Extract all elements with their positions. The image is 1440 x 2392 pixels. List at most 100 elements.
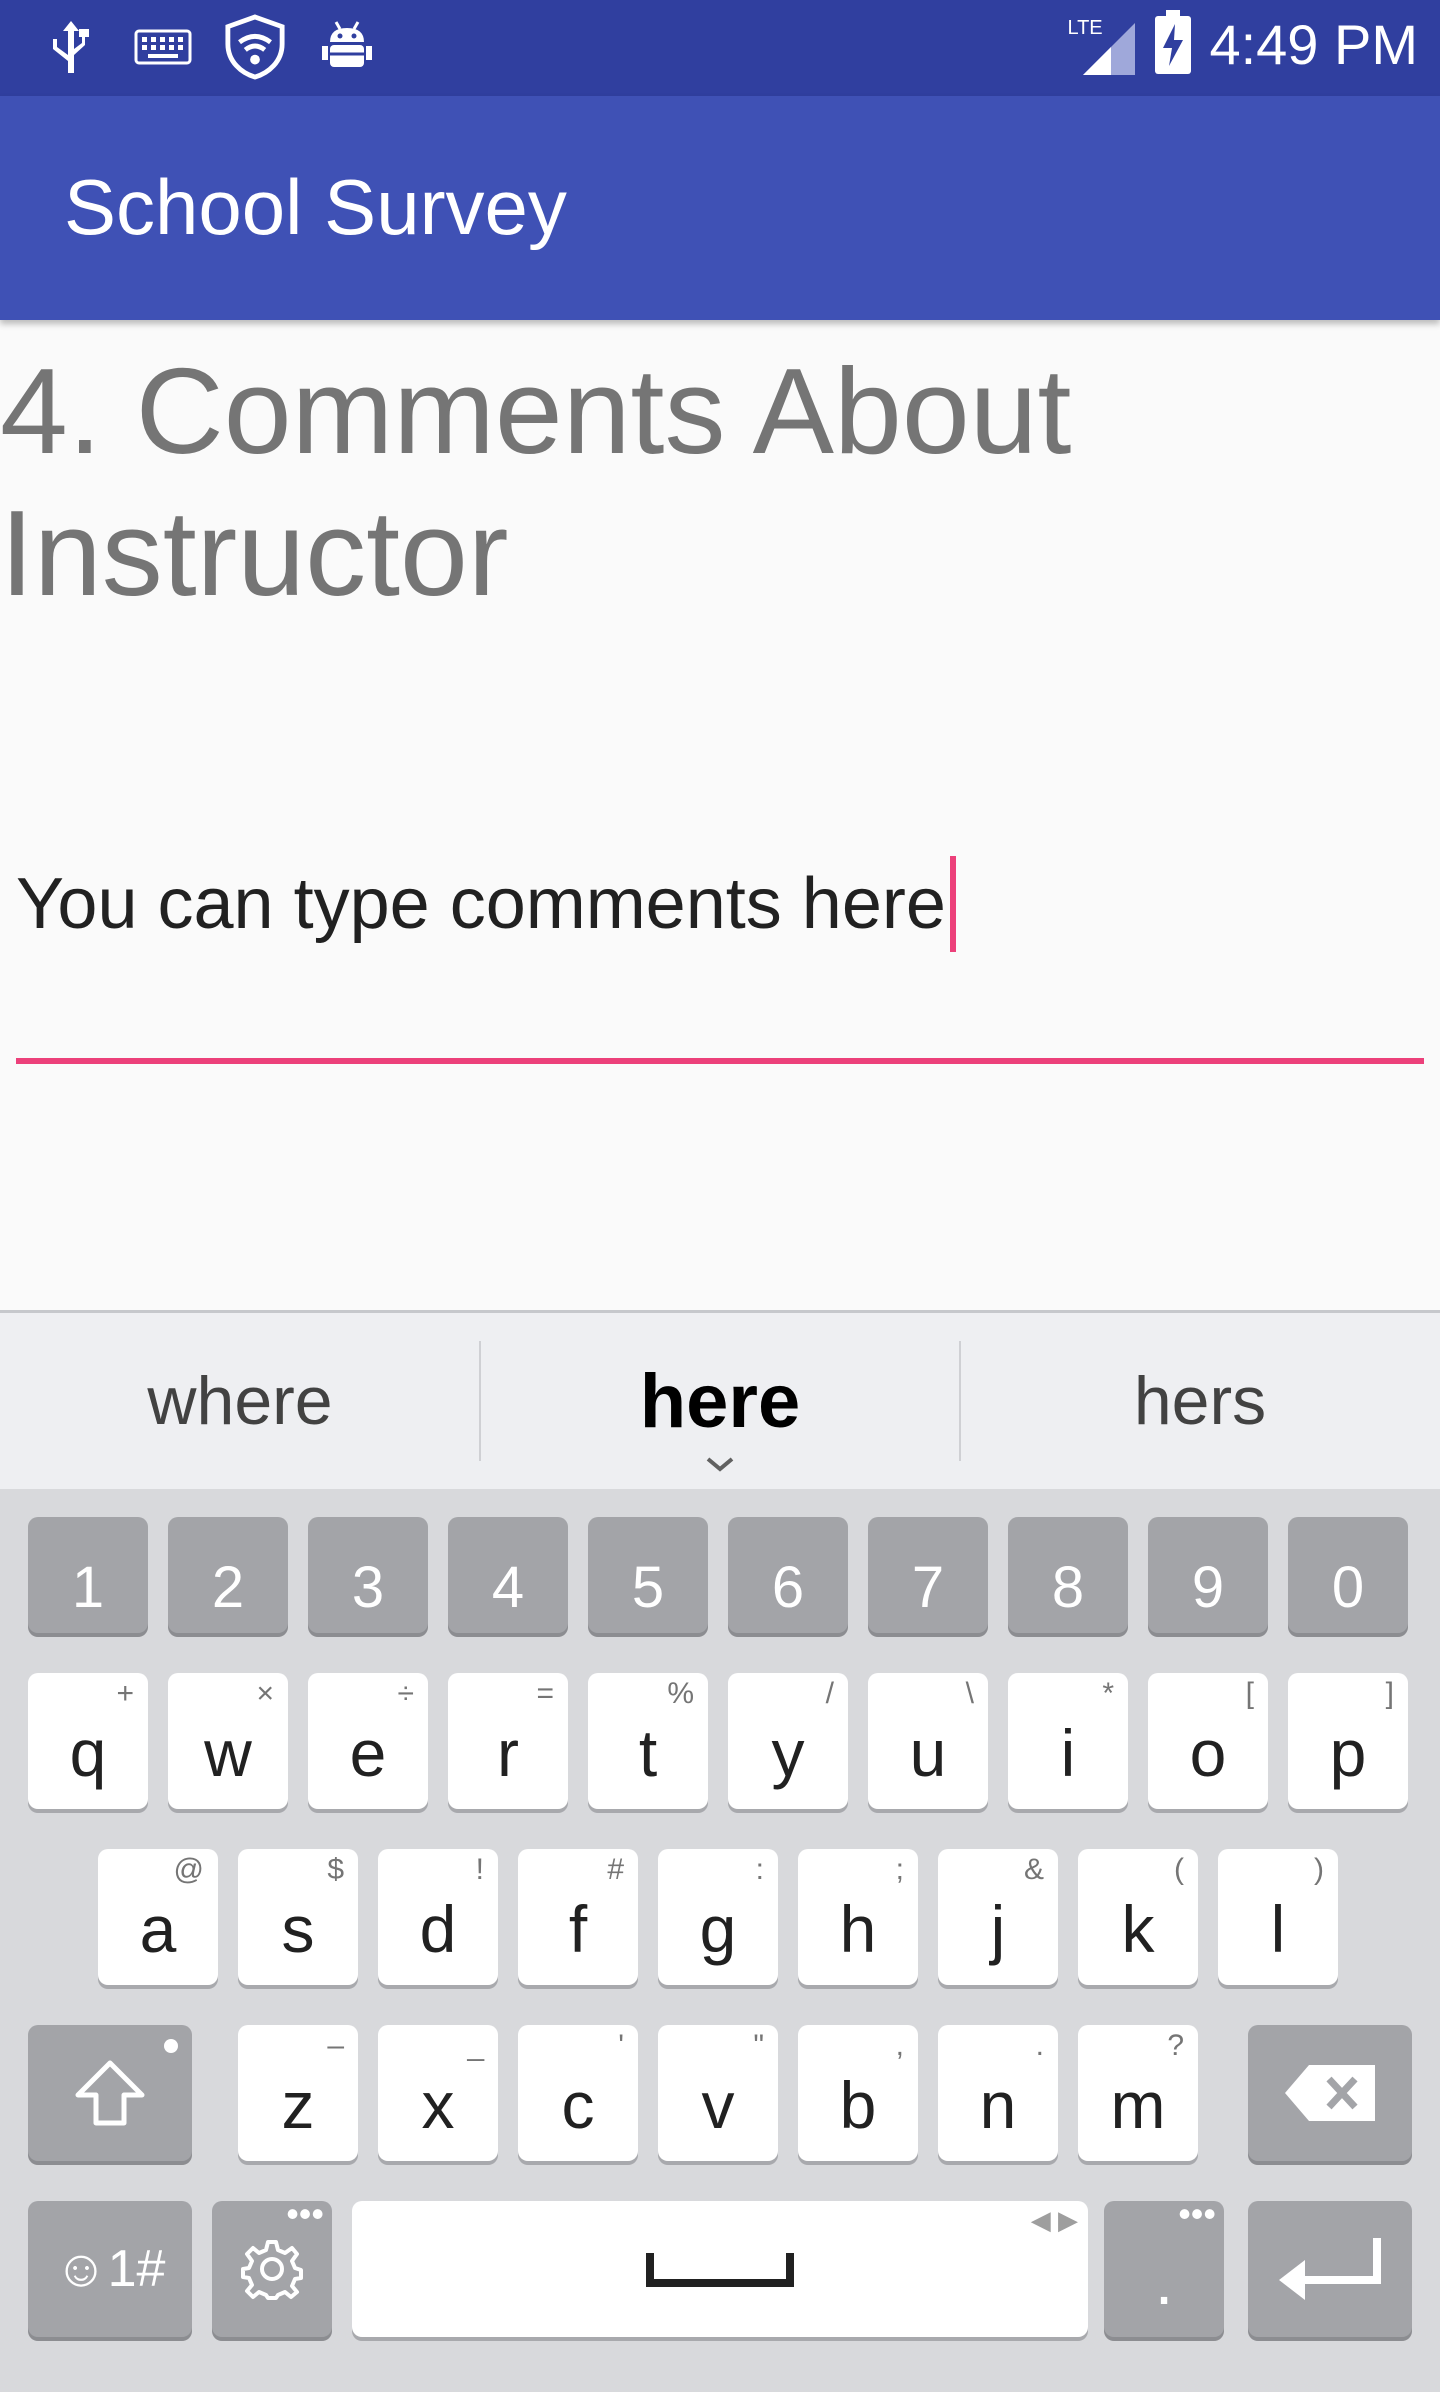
key-label: u [909,1716,947,1790]
key-3[interactable]: 3 [308,1517,428,1633]
key-8[interactable]: 8 [1008,1517,1128,1633]
suggestion-strip: where here hers [0,1313,1440,1489]
key-1[interactable]: 1 [28,1517,148,1633]
key-label: y [771,1716,805,1790]
status-time: 4:49 PM [1209,12,1418,76]
key-q[interactable]: + q [28,1673,148,1809]
key-hint: ( [1174,1853,1184,1886]
wifi-shield-icon [224,14,286,80]
key-hint: % [667,1677,694,1710]
key-hint: " [753,2029,764,2062]
key-p[interactable]: ] p [1288,1673,1408,1809]
usb-icon [40,16,102,78]
suggestion-hers[interactable]: hers [960,1313,1440,1489]
key-label: e [349,1716,387,1790]
key-hint: ? [1167,2029,1184,2062]
key-d[interactable]: ! d [378,1849,498,1985]
key-b[interactable]: ,b [798,2025,918,2161]
key-label: a [139,1892,177,1966]
key-6[interactable]: 6 [728,1517,848,1633]
key-i[interactable]: * i [1008,1673,1128,1809]
key-c[interactable]: ' c [518,2025,638,2161]
key-label: 4 [491,1554,525,1620]
key-label: i [1060,1716,1076,1790]
key-x[interactable]: _ x [378,2025,498,2161]
key-j[interactable]: & j [938,1849,1058,1985]
period-label: . [1154,2244,1174,2318]
comment-input-text[interactable]: You can type comments here [16,856,956,952]
status-icons-left [40,14,378,80]
key-h[interactable]: ; h [798,1849,918,1985]
key-l[interactable]: ) l [1218,1849,1338,1985]
key-n[interactable]: .n [938,2025,1058,2161]
key-hint: \ [965,1677,974,1710]
period-key[interactable]: ••• . [1104,2193,1224,2337]
status-bar: LTE 4:49 PM [0,0,1440,96]
key-z[interactable]: – z [238,2025,358,2161]
key-label: 3 [351,1554,385,1620]
comment-input[interactable]: You can type comments here [16,840,1424,1070]
key-hint: = [536,1677,554,1710]
app-bar: School Survey [0,96,1440,320]
key-label: o [1189,1716,1227,1790]
key-5[interactable]: 5 [588,1517,708,1633]
key-y[interactable]: / y [728,1673,848,1809]
key-4[interactable]: 4 [448,1517,568,1633]
key-label: 1 [71,1554,105,1620]
key-e[interactable]: ÷ e [308,1673,428,1809]
settings-key[interactable]: ••• [212,2193,332,2337]
enter-key[interactable] [1248,2201,1412,2337]
app-title: School Survey [64,163,567,251]
key-label: 9 [1191,1554,1225,1620]
key-k[interactable]: (k [1078,1849,1198,1985]
key-o[interactable]: [o [1148,1673,1268,1809]
space-key[interactable]: ◀ ▶ [352,2201,1088,2337]
key-label: k [1121,1892,1155,1966]
key-label: j [990,1892,1006,1966]
key-label: 7 [911,1554,945,1620]
key-s[interactable]: $ s [238,1849,358,1985]
key-2[interactable]: 2 [168,1517,288,1633]
key-label: 2 [211,1554,245,1620]
key-label: m [1110,2068,1166,2142]
key-label: q [69,1716,107,1790]
key-label: c [561,2068,595,2142]
battery-charging-icon [1155,10,1192,78]
key-7[interactable]: 7 [868,1517,988,1633]
key-t[interactable]: % t [588,1673,708,1809]
key-0[interactable]: 0 [1288,1517,1408,1633]
key-label: g [699,1892,737,1966]
key-label: 6 [771,1554,805,1620]
symbols-key[interactable]: ☺1# [28,2201,192,2337]
suggestion-where[interactable]: where [0,1313,480,1489]
key-label: n [979,2068,1017,2142]
key-label: 8 [1051,1554,1085,1620]
key-hint: : [755,1853,764,1886]
shift-key[interactable] [28,2025,192,2161]
key-hint: * [1102,1677,1114,1710]
key-hint: ] [1385,1677,1394,1710]
backspace-key[interactable] [1248,2025,1412,2161]
key-label: d [419,1892,457,1966]
cursor-arrows-icon: ◀ ▶ [1030,2205,1078,2235]
key-label: r [497,1716,519,1790]
key-r[interactable]: = r [448,1673,568,1809]
key-g[interactable]: :g [658,1849,778,1985]
key-f[interactable]: # f [518,1849,638,1985]
comment-input-value: You can type comments here [16,864,946,944]
question-title: 4. Comments About Instructor [0,343,1072,621]
chevron-down-icon[interactable] [704,1455,736,1473]
key-v[interactable]: " v [658,2025,778,2161]
key-w[interactable]: × w [168,1673,288,1809]
android-debug-icon [316,16,378,78]
key-label: x [421,2068,455,2142]
key-m[interactable]: ? m [1078,2025,1198,2161]
key-label: l [1270,1892,1286,1966]
key-u[interactable]: \ u [868,1673,988,1809]
input-underline [16,1058,1424,1064]
key-label: f [568,1892,588,1966]
key-label: b [839,2068,877,2142]
key-a[interactable]: @ a [98,1849,218,1985]
key-hint: @ [173,1853,204,1886]
key-9[interactable]: 9 [1148,1517,1268,1633]
